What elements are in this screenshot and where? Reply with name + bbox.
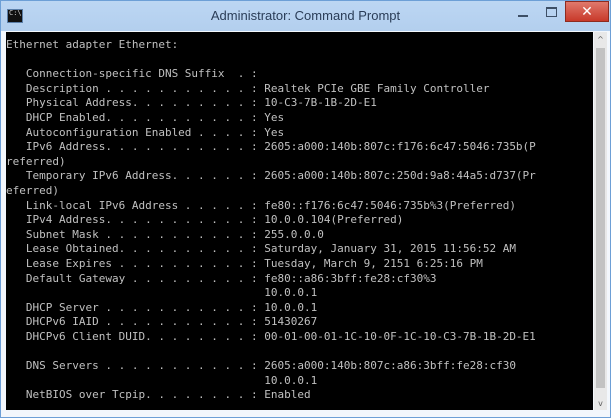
console-line: DNS Servers . . . . . . . . . . . : 2605… [6, 359, 516, 373]
close-icon: ✕ [581, 3, 593, 20]
title-bar[interactable]: Administrator: Command Prompt ✕ [1, 1, 610, 31]
console-line: DHCP Server . . . . . . . . . . . : 10.0… [6, 300, 318, 314]
scrollbar-thumb[interactable] [596, 48, 605, 388]
maximize-button[interactable] [537, 1, 565, 23]
console-line: eferred) [6, 183, 59, 197]
minimize-icon [518, 15, 528, 17]
console-line: Default Gateway . . . . . . . . . : fe80… [6, 271, 437, 285]
console-line: Description . . . . . . . . . . . : Real… [6, 81, 490, 95]
console-line: Connection-specific DNS Suffix . : [6, 67, 258, 81]
console-line: referred) [6, 154, 66, 168]
console-line: Temporary IPv6 Address. . . . . . : 2605… [6, 169, 536, 183]
console-line: DHCPv6 Client DUID. . . . . . . . : 00-0… [6, 329, 536, 343]
minimize-button[interactable] [509, 1, 537, 23]
console-line: NetBIOS over Tcpip. . . . . . . . : Enab… [6, 388, 311, 402]
console-output[interactable]: Ethernet adapter Ethernet: Connection-sp… [6, 32, 593, 410]
console-text: Ethernet adapter Ethernet: Connection-sp… [6, 32, 593, 403]
command-prompt-window: Administrator: Command Prompt ✕ Ethernet… [0, 0, 611, 418]
close-button[interactable]: ✕ [565, 1, 609, 22]
scroll-down-arrow-icon[interactable]: v [594, 396, 607, 410]
console-line: Subnet Mask . . . . . . . . . . . : 255.… [6, 227, 324, 241]
console-line: IPv6 Address. . . . . . . . . . . : 2605… [6, 140, 536, 154]
scroll-up-arrow-icon[interactable]: ^ [594, 32, 607, 46]
console-line: IPv4 Address. . . . . . . . . . . : 10.0… [6, 213, 404, 227]
console-line: Ethernet adapter Ethernet: [6, 38, 179, 51]
vertical-scrollbar[interactable]: ^ v [594, 32, 607, 410]
console-line: Link-local IPv6 Address . . . . . : fe80… [6, 198, 516, 212]
console-line: Lease Expires . . . . . . . . . . : Tues… [6, 256, 483, 270]
console-line: Autoconfiguration Enabled . . . . : Yes [6, 125, 285, 139]
maximize-icon [545, 7, 557, 17]
console-line: 10.0.0.1 [6, 286, 318, 300]
console-line: DHCPv6 IAID . . . . . . . . . . . : 5143… [6, 315, 318, 329]
console-line: 10.0.0.1 [6, 373, 318, 387]
console-line: Lease Obtained. . . . . . . . . . : Satu… [6, 242, 516, 256]
console-line: DHCP Enabled. . . . . . . . . . . : Yes [6, 110, 285, 124]
console-line: Physical Address. . . . . . . . . : 10-C… [6, 96, 377, 110]
